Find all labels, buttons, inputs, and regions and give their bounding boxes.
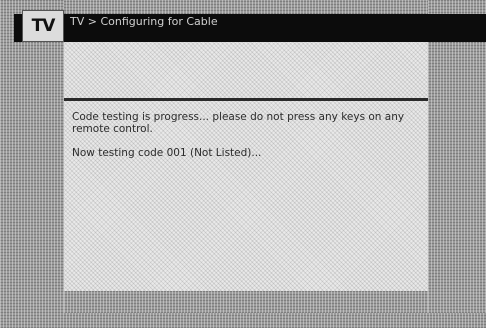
progress-message: Code testing is progress... please do no…: [72, 111, 405, 135]
message-area: Code testing is progress... please do no…: [72, 111, 420, 171]
status-message: Now testing code 001 (Not Listed)...: [72, 147, 262, 159]
tv-logo-text: TV: [31, 16, 56, 36]
panel-body: Code testing is progress... please do no…: [64, 101, 428, 291]
content-panel: Code testing is progress... please do no…: [64, 42, 428, 313]
tv-setup-screen: TV TV > Configuring for Cable Code testi…: [0, 0, 486, 328]
panel-header-area: [64, 42, 428, 98]
bottom-frame: [0, 313, 486, 328]
breadcrumb: TV > Configuring for Cable: [70, 15, 218, 28]
left-frame: [0, 0, 64, 328]
right-frame: [428, 0, 486, 328]
panel-footer: [64, 291, 428, 313]
tv-logo: TV: [22, 10, 64, 42]
top-frame: [0, 0, 486, 14]
